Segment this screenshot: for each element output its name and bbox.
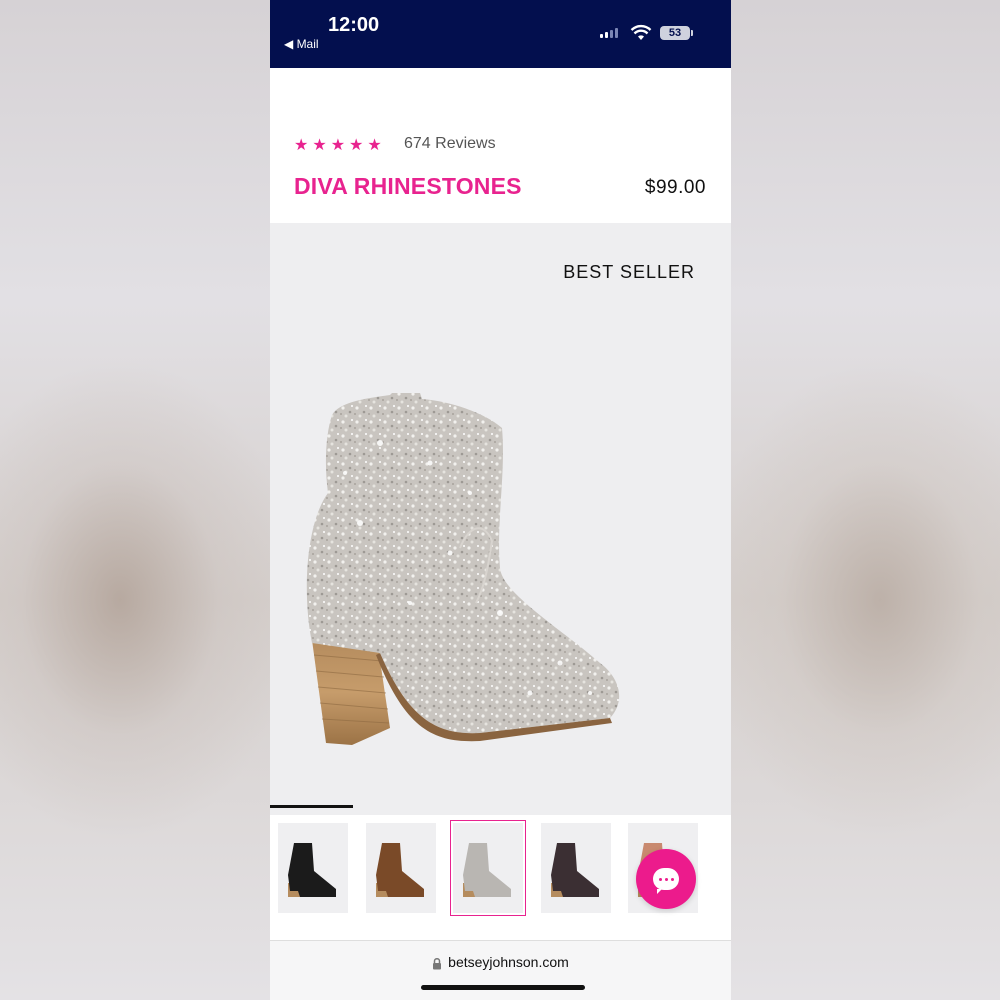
thumbnail-boot-image: [288, 843, 336, 897]
thumbnail-boot-image: [376, 843, 424, 897]
thumbnail-black-boot[interactable]: [278, 823, 348, 913]
wifi-icon: [630, 24, 652, 40]
phone-screen: 12:00 ◀ Mail 53 ★★★★★ 674 Reviews DIVA R…: [270, 0, 731, 1000]
background-blur-right: [730, 0, 1000, 1000]
url-text-row: betseyjohnson.com: [270, 954, 731, 970]
product-price: $99.00: [644, 177, 706, 198]
thumbnail-boot-shape: [376, 843, 424, 897]
thumbnail-floral-boot[interactable]: [541, 823, 611, 913]
thumbnail-rhinestone-boot[interactable]: [450, 820, 526, 916]
review-count-link[interactable]: 674 Reviews: [404, 135, 496, 153]
cellular-signal-icon: [600, 28, 618, 38]
gallery-progress-indicator: [270, 805, 353, 808]
battery-indicator: 53: [660, 26, 693, 40]
thumbnail-boot-shape: [288, 843, 336, 897]
product-title: DIVA RHINESTONES: [294, 173, 522, 199]
rating-row: ★★★★★ 674 Reviews: [270, 133, 731, 153]
gallery-progress-track: [270, 805, 731, 808]
product-title-row: DIVA RHINESTONES $99.00: [270, 153, 731, 223]
thumbnail-boot-shape: [463, 843, 511, 897]
rating-stars: ★★★★★: [294, 137, 386, 153]
chat-icon: [653, 868, 679, 894]
thumbnail-boot-shape: [551, 843, 599, 897]
lock-icon: [433, 957, 442, 970]
status-time: 12:00: [328, 14, 380, 36]
chat-button[interactable]: [636, 849, 696, 909]
background-blur-left: [0, 0, 270, 1000]
back-to-mail-link[interactable]: ◀ Mail: [284, 37, 319, 51]
thumbnail-brown-boot[interactable]: [366, 823, 436, 913]
home-indicator: [421, 985, 585, 990]
thumbnail-boot-image: [551, 843, 599, 897]
thumbnail-boot-image: [463, 843, 511, 897]
url-text: betseyjohnson.com: [448, 954, 569, 970]
browser-address-bar[interactable]: betseyjohnson.com: [270, 940, 731, 1000]
product-image-gallery[interactable]: BEST SELLER: [270, 223, 731, 815]
status-bar: 12:00 ◀ Mail 53: [270, 0, 731, 68]
rhinestone-boot-image: [306, 393, 620, 745]
